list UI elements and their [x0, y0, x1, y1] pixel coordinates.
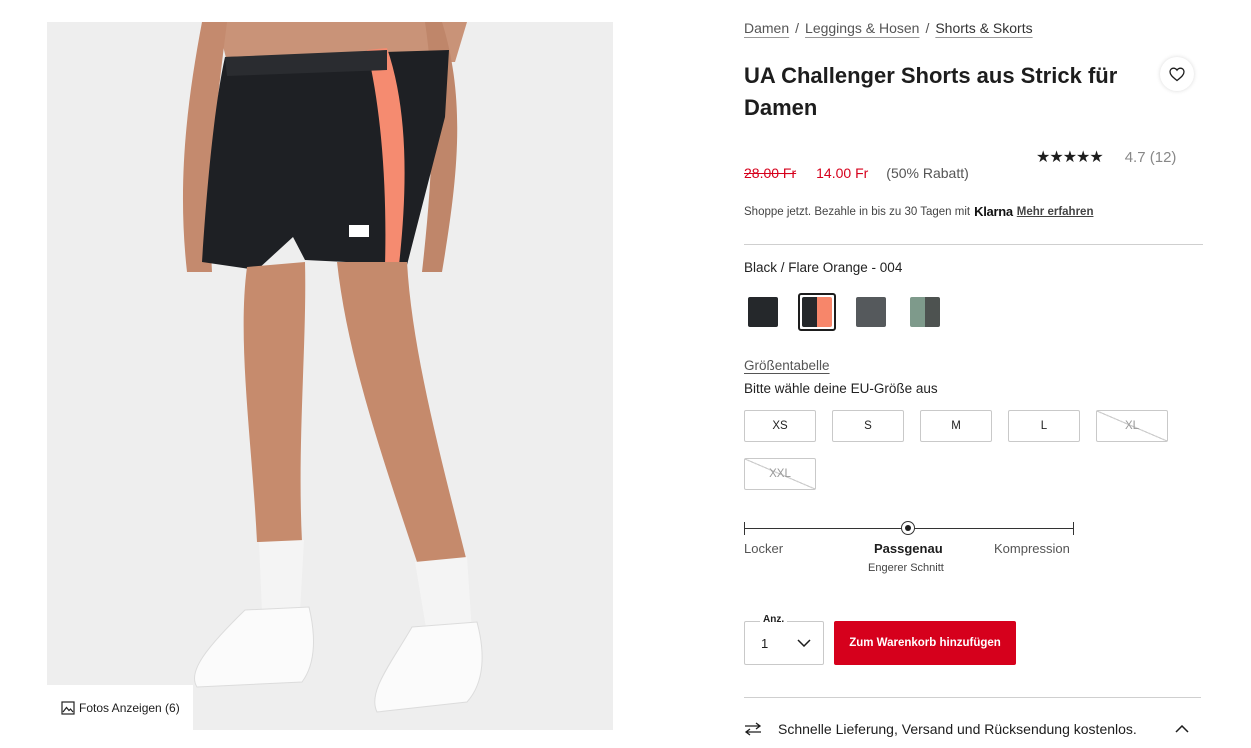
- fit-description: Engerer Schnitt: [868, 562, 944, 574]
- color-swatch-fill: [748, 297, 778, 327]
- color-swatch[interactable]: [798, 293, 836, 331]
- size-chart-link[interactable]: Größentabelle: [744, 358, 830, 373]
- klarna-info: Shoppe jetzt. Bezahle in bis zu 30 Tagen…: [744, 204, 1093, 219]
- chevron-down-icon: [797, 639, 811, 647]
- fit-label-loose: Locker: [744, 541, 784, 556]
- color-swatch[interactable]: [744, 293, 782, 331]
- size-option-l[interactable]: L: [1008, 410, 1080, 442]
- color-swatch-fill: [856, 297, 886, 327]
- sale-price: 14.00 Fr: [816, 165, 869, 181]
- klarna-logo: Klarna: [974, 204, 1013, 219]
- fit-scale-tick: [744, 522, 745, 535]
- breadcrumb-separator: /: [925, 20, 930, 36]
- product-title: UA Challenger Shorts aus Strick für Dame…: [744, 63, 1118, 120]
- color-swatch-fill: [802, 297, 832, 327]
- divider: [744, 697, 1201, 698]
- rating-stars-icon: ★★★★★: [1036, 149, 1104, 166]
- show-photos-button[interactable]: Fotos Anzeigen (6): [47, 685, 193, 730]
- shipping-info-text: Schnelle Lieferung, Versand und Rücksend…: [778, 721, 1137, 737]
- fit-scale-tick: [1073, 522, 1074, 535]
- size-option-m[interactable]: M: [920, 410, 992, 442]
- original-price: 28.00 Fr: [744, 165, 797, 181]
- exchange-arrows-icon: [744, 722, 762, 736]
- size-prompt: Bitte wähle deine EU-Größe aus: [744, 381, 938, 396]
- image-icon: [61, 700, 75, 715]
- breadcrumb-item-shorts-skorts[interactable]: Shorts & Skorts: [935, 20, 1032, 36]
- fit-label-fitted: Passgenau: [874, 541, 943, 556]
- heart-icon: [1169, 67, 1185, 81]
- color-swatch-segment: [925, 297, 940, 327]
- product-rating[interactable]: ★★★★★ 4.7 (12): [1036, 147, 1176, 167]
- color-swatch-fill: [910, 297, 940, 327]
- color-swatch-segment: [748, 297, 778, 327]
- product-image[interactable]: [47, 22, 613, 730]
- color-swatch-segment: [910, 297, 925, 327]
- size-option-xs[interactable]: XS: [744, 410, 816, 442]
- fit-label-compression: Kompression: [994, 541, 1070, 556]
- product-photo-illustration: [182, 22, 483, 713]
- klarna-text: Shoppe jetzt. Bezahle in bis zu 30 Tagen…: [744, 205, 971, 218]
- size-options: XS S M L XL XXL: [744, 410, 1204, 490]
- discount-label: (50% Rabatt): [886, 165, 969, 181]
- color-swatch-segment: [802, 297, 817, 327]
- color-name: Black / Flare Orange - 004: [744, 260, 903, 275]
- color-swatch[interactable]: [852, 293, 890, 331]
- size-option-s[interactable]: S: [832, 410, 904, 442]
- show-photos-label: Fotos Anzeigen (6): [79, 700, 180, 715]
- quantity-select[interactable]: 1: [744, 621, 824, 665]
- quantity-value: 1: [761, 635, 769, 651]
- fit-scale-marker: [901, 521, 915, 535]
- divider: [744, 244, 1203, 245]
- size-option-xl[interactable]: XL: [1096, 410, 1168, 442]
- wishlist-button[interactable]: [1160, 57, 1194, 91]
- color-swatches: [744, 293, 944, 331]
- quantity-label: Anz.: [760, 614, 788, 625]
- breadcrumb-separator: /: [795, 20, 800, 36]
- breadcrumb: Damen / Leggings & Hosen / Shorts & Skor…: [744, 20, 1033, 36]
- breadcrumb-item-leggings-hosen[interactable]: Leggings & Hosen: [805, 20, 919, 36]
- color-swatch[interactable]: [906, 293, 944, 331]
- klarna-learn-more-link[interactable]: Mehr erfahren: [1017, 206, 1094, 218]
- shipping-info-toggle[interactable]: Schnelle Lieferung, Versand und Rücksend…: [744, 721, 1189, 737]
- add-to-cart-button[interactable]: Zum Warenkorb hinzufügen: [834, 621, 1016, 665]
- price-row: 28.00 Fr 14.00 Fr (50% Rabatt): [744, 165, 969, 181]
- fit-scale: Locker Passgenau Kompression Engerer Sch…: [744, 518, 1074, 578]
- breadcrumb-item-damen[interactable]: Damen: [744, 20, 789, 36]
- rating-text: 4.7 (12): [1124, 148, 1177, 166]
- color-swatch-segment: [817, 297, 832, 327]
- size-option-xxl[interactable]: XXL: [744, 458, 816, 490]
- chevron-up-icon: [1175, 725, 1189, 733]
- color-swatch-segment: [856, 297, 886, 327]
